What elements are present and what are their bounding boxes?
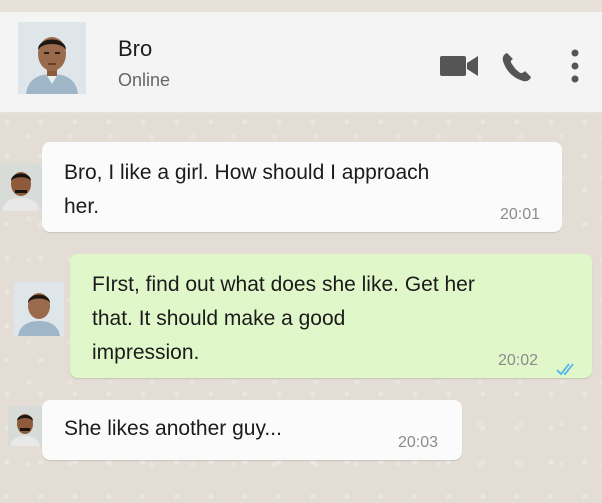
message-text: FIrst, find out what does she like. Get … [92,268,475,370]
message-time: 20:03 [398,434,439,451]
read-double-tick-icon [556,353,578,387]
sender-avatar[interactable] [8,406,42,446]
sender-avatar[interactable] [0,163,42,211]
phone-icon[interactable] [500,50,534,89]
sender-avatar[interactable] [14,282,64,336]
message-line: FIrst, find out what does she like. Get … [92,273,475,296]
message-line: that. It should make a good [92,307,346,330]
chat-header: Bro Online [0,12,602,113]
message-line: impression. [92,341,200,364]
message-text: She likes another guy... [64,412,282,446]
message-text: Bro, I like a girl. How should I approac… [64,156,429,224]
video-call-icon[interactable] [440,54,480,83]
contact-name[interactable]: Bro [118,36,152,62]
message-line: She likes another guy... [64,417,282,440]
message-line: her. [64,195,100,218]
message-time: 20:02 [498,352,539,369]
contact-avatar[interactable] [18,22,86,94]
message-bubble-outgoing[interactable]: FIrst, find out what does she like. Get … [70,254,592,378]
message-bubble-incoming[interactable]: She likes another guy... 20:03 [42,400,462,460]
message-bubble-incoming[interactable]: Bro, I like a girl. How should I approac… [42,142,562,232]
message-time: 20:01 [500,206,541,223]
contact-status: Online [118,70,171,90]
more-options-icon[interactable] [570,48,580,89]
message-line: Bro, I like a girl. How should I approac… [64,161,430,184]
